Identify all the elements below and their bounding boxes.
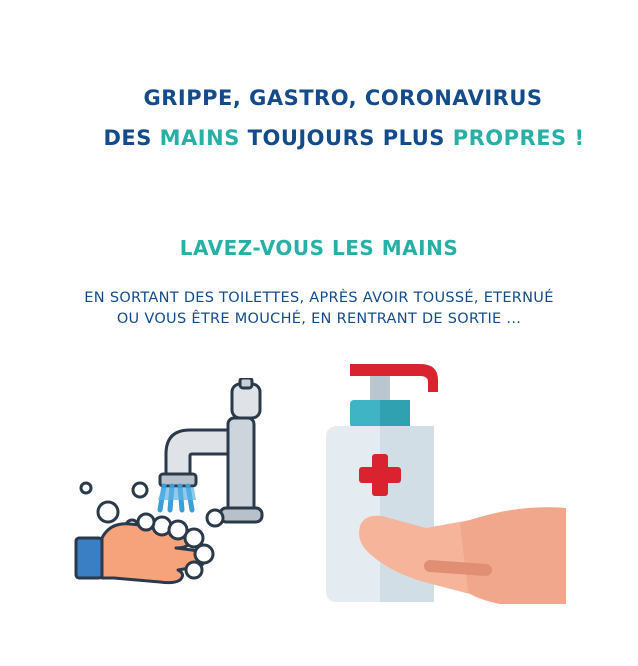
headline-text: TOUJOURS PLUS xyxy=(239,126,453,150)
instruction-line-1: EN SORTANT DES TOILETTES, APRÈS AVOIR TO… xyxy=(84,290,554,306)
instruction-title: LAVEZ-VOUS LES MAINS xyxy=(179,236,459,260)
headline-highlight-mains: MAINS xyxy=(159,126,240,150)
handwashing-under-tap-icon xyxy=(74,378,264,585)
headline-text: DES xyxy=(103,126,160,150)
headline-line-1: GRIPPE, GASTRO, CORONAVIRUS xyxy=(143,86,543,110)
hand-sanitizer-pump-icon xyxy=(326,364,566,604)
instruction-line-2: OU VOUS ÊTRE MOUCHÉ, EN RENTRANT DE SORT… xyxy=(116,311,522,327)
headline-line-2: DES MAINS TOUJOURS PLUS PROPRES ! xyxy=(0,126,638,150)
headline-highlight-propres: PROPRES xyxy=(452,126,567,150)
headline-exclamation: ! xyxy=(566,126,585,150)
